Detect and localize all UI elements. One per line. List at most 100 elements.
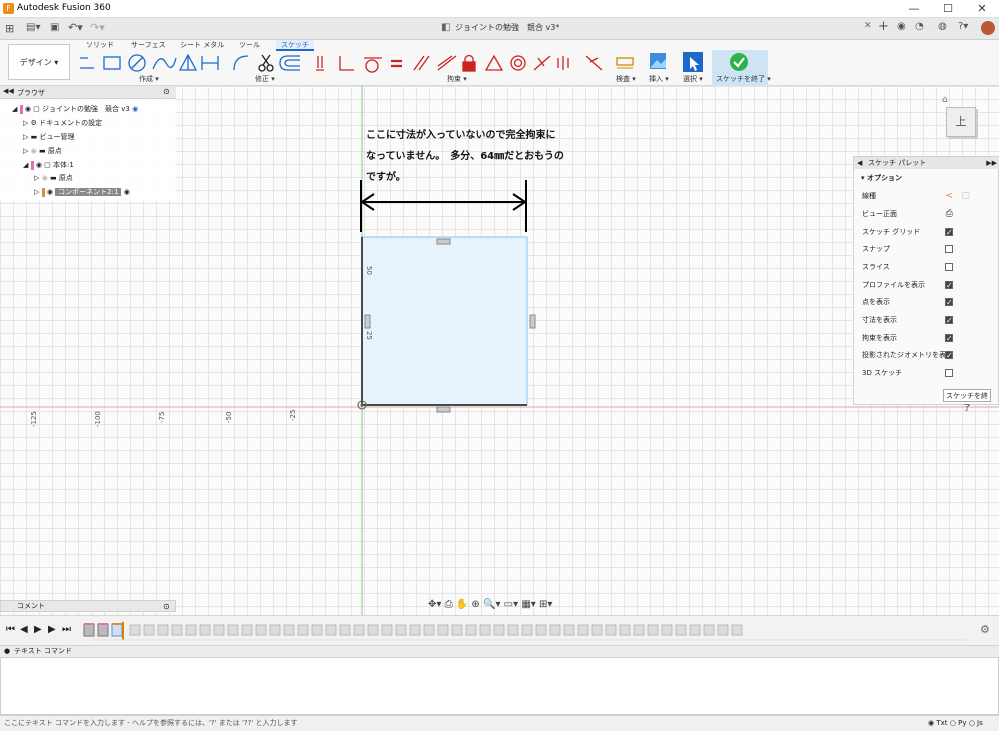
viewports-icon[interactable]: ⊞▾ — [539, 599, 552, 610]
app-grid-icon[interactable]: ⊞ — [5, 22, 14, 35]
mode-js-radio[interactable]: ○ — [969, 719, 975, 727]
3d-sketch-checkbox[interactable] — [945, 369, 953, 377]
browser-item-origin-sub[interactable]: ▷ ◉ ▬ 原点 — [34, 172, 73, 185]
tab-sheet-metal[interactable]: シート メタル — [180, 40, 224, 51]
show-dimensions-checkbox[interactable] — [945, 312, 953, 329]
palette-finish-sketch-button[interactable]: スケッチを終了 — [943, 389, 991, 412]
close-button[interactable]: ✕ — [965, 0, 999, 18]
constraints-group-label[interactable]: 拘束 ▾ — [447, 74, 467, 84]
finish-group-label[interactable]: スケッチを終了 ▾ — [716, 74, 771, 84]
look-at-icon[interactable]: ⎙ — [946, 206, 953, 223]
activate-icon[interactable]: ◉ — [132, 105, 138, 113]
inspect-group-label[interactable]: 検査 ▾ — [616, 74, 636, 84]
timeline-settings-icon[interactable]: ⚙ — [980, 623, 990, 636]
palette-section[interactable]: ▾ オプション — [854, 170, 999, 187]
palette-title: スケッチ パレット — [868, 159, 927, 167]
comment-pin-icon[interactable]: ⊙ — [163, 601, 170, 612]
go-start-icon[interactable]: ⏮ — [6, 624, 15, 635]
palette-expand-icon[interactable]: ▶▶ — [986, 157, 997, 169]
comments-bar[interactable]: コメント ⊙ — [0, 600, 176, 612]
mode-py-radio[interactable]: ○ — [950, 719, 956, 727]
insert-image-icon[interactable] — [649, 52, 667, 70]
grid-settings-icon[interactable]: ▦▾ — [521, 599, 535, 610]
show-projected-checkbox[interactable] — [945, 347, 953, 364]
file-menu-icon[interactable]: ▤▾ — [26, 22, 40, 33]
show-profile-checkbox[interactable] — [945, 277, 953, 294]
tab-surface[interactable]: サーフェス — [131, 40, 166, 51]
mode-txt-radio[interactable]: ◉ — [928, 719, 934, 727]
notifications-icon[interactable]: ◍ — [938, 21, 947, 32]
tab-sketch[interactable]: スケッチ — [276, 40, 314, 51]
browser-item-origin[interactable]: ▷ ◉ ▬ 原点 — [23, 145, 62, 158]
step-forward-icon[interactable]: ▶ — [48, 624, 56, 635]
job-status-icon[interactable]: ◔ — [915, 21, 924, 32]
browser-item-label: ビュー管理 — [39, 133, 75, 141]
measure-icon[interactable] — [616, 54, 634, 70]
trim-icon — [258, 54, 274, 72]
display-settings-icon[interactable]: ▭▾ — [504, 599, 518, 610]
undo-icon[interactable]: ↶▾ — [68, 21, 83, 34]
avatar[interactable] — [981, 21, 995, 35]
show-points-checkbox[interactable] — [945, 294, 953, 311]
document-cube-icon: ◧ — [441, 22, 451, 33]
app-title: Autodesk Fusion 360 — [17, 3, 111, 13]
orbit-icon[interactable]: ✥▾ — [428, 599, 441, 610]
text-command-input[interactable]: ここにテキスト コマンドを入力します - ヘルプを参照するには、'?' または … — [0, 715, 999, 731]
browser-item-label: 本体:1 — [53, 161, 74, 169]
save-icon[interactable]: ▣ — [50, 22, 59, 33]
workspace-switcher[interactable]: デザイン ▾ — [8, 44, 70, 80]
home-view-icon[interactable]: ⌂ — [942, 95, 948, 105]
snap-checkbox[interactable] — [945, 245, 953, 253]
slice-checkbox[interactable] — [945, 263, 953, 271]
new-tab-icon[interactable]: + — [878, 19, 889, 34]
browser-header[interactable]: ◀◀ ブラウザ ⊙ — [0, 86, 176, 99]
create-group-label[interactable]: 作成 ▾ — [139, 74, 159, 84]
help-icon[interactable]: ?▾ — [958, 21, 968, 32]
eye-icon[interactable]: ◉ — [25, 105, 31, 113]
radio-icon[interactable]: ◉ — [124, 188, 130, 196]
eye-icon[interactable]: ◉ — [31, 147, 37, 155]
browser-item-named-views[interactable]: ▷ ▬ ビュー管理 — [23, 131, 74, 144]
eye-icon[interactable]: ◉ — [36, 161, 42, 169]
select-group-label[interactable]: 選択 ▾ — [683, 74, 703, 84]
palette-header[interactable]: ◀ スケッチ パレット ▶▶ — [854, 157, 999, 169]
browser-item-label: コンポーネント2:1 — [58, 188, 119, 196]
finish-check-icon[interactable] — [729, 52, 749, 72]
tab-close-icon[interactable]: ✕ — [864, 21, 872, 31]
redo-icon[interactable]: ↷▾ — [90, 21, 105, 34]
eye-icon[interactable]: ◉ — [42, 174, 48, 182]
play-icon[interactable]: ▶ — [34, 624, 42, 635]
zoom-window-icon[interactable]: 🔍▾ — [483, 599, 500, 610]
step-back-icon[interactable]: ◀ — [20, 624, 28, 635]
show-constraints-checkbox[interactable] — [945, 330, 953, 347]
browser-item-body[interactable]: ◢ ◉ ▢ 本体:1 — [23, 159, 74, 172]
modify-group-label[interactable]: 修正 ▾ — [255, 74, 275, 84]
palette-row-label: 点を表示 — [862, 298, 890, 306]
insert-group-label[interactable]: 挿入 ▾ — [649, 74, 669, 84]
pan-icon[interactable]: ✋ — [456, 599, 468, 610]
look-at-nav-icon[interactable]: ⎙ — [445, 599, 453, 610]
collapse-icon[interactable]: ◀◀ — [3, 87, 14, 95]
palette-row-dimensions: 寸法を表示 — [854, 312, 999, 329]
construction-line-icon[interactable]: < — [945, 188, 953, 205]
browser-item-root[interactable]: ◢ ◉ ▢ ジョイントの勉強 競合 v3 ◉ — [12, 103, 138, 116]
pin-icon[interactable]: ⊙ — [163, 87, 170, 96]
timeline-features[interactable] — [82, 620, 972, 642]
select-icon[interactable] — [682, 51, 704, 73]
go-end-icon[interactable]: ⏭ — [62, 624, 71, 635]
zoom-icon[interactable]: ⊕ — [471, 599, 479, 610]
text-command-header[interactable]: ● テキスト コマンド — [0, 645, 999, 657]
browser-item-doc-settings[interactable]: ▷ ⚙ ドキュメントの設定 — [23, 117, 102, 130]
minimize-button[interactable]: — — [897, 0, 931, 18]
sketch-grid-checkbox[interactable] — [945, 224, 953, 241]
eye-icon[interactable]: ◉ — [47, 188, 53, 196]
tab-tools[interactable]: ツール — [239, 40, 260, 51]
centerline-icon[interactable]: ▢ — [961, 188, 970, 205]
maximize-button[interactable]: ☐ — [931, 0, 965, 18]
palette-collapse-icon[interactable]: ◀ — [857, 157, 862, 169]
extensions-icon[interactable]: ◉ — [897, 21, 906, 32]
tab-solid[interactable]: ソリッド — [86, 40, 114, 51]
browser-item-component[interactable]: ▷ ◉ コンポーネント2:1 ◉ — [34, 186, 130, 199]
viewcube[interactable]: 上 — [946, 107, 976, 137]
expand-icon[interactable]: ● — [4, 646, 10, 657]
